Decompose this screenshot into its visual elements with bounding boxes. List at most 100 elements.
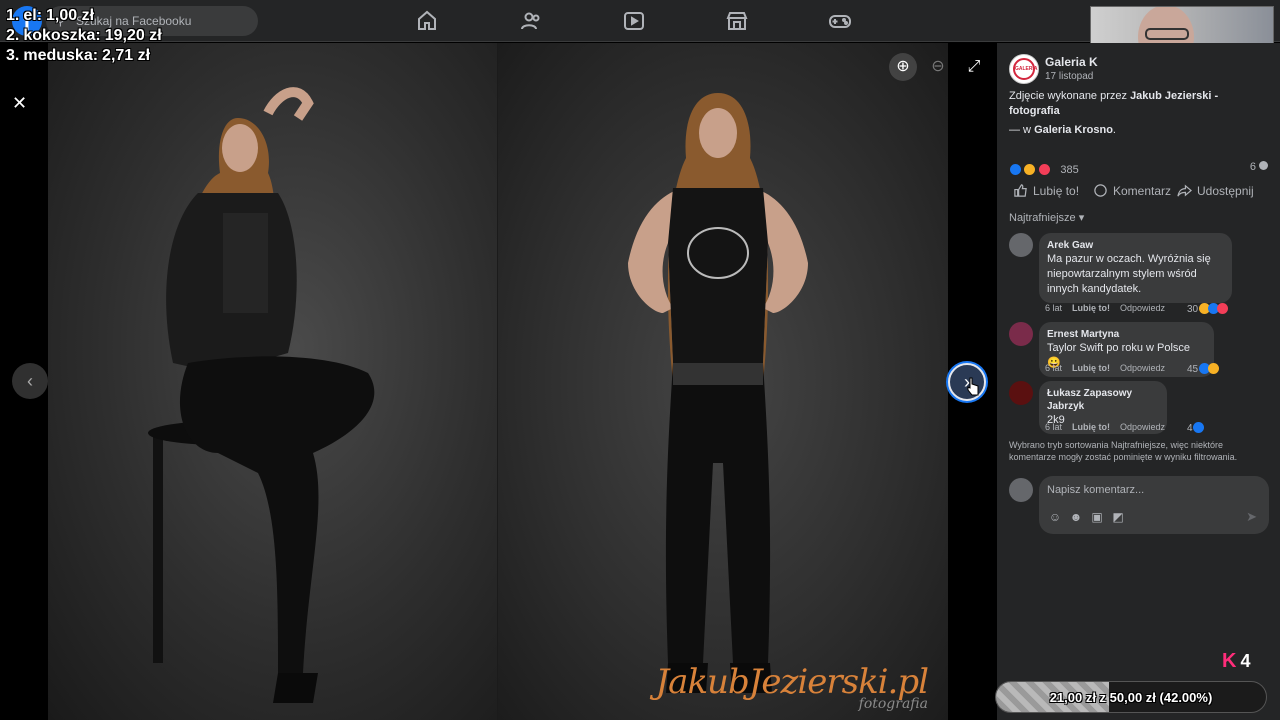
friends-icon[interactable] [519,9,543,33]
comment-age[interactable]: 6 lat [1045,303,1062,313]
comment-author[interactable]: Arek Gaw [1047,239,1224,252]
share-label: Udostępnij [1197,184,1254,198]
comment-meta: 6 lat Lubię to! Odpowiedz [1045,363,1175,373]
donation-row: 1. el: 1,00 zł [6,6,166,26]
like-button[interactable]: Lubię to! [1013,183,1079,198]
photographer-watermark: JakubJezierski.pl fotografia [656,662,929,712]
haha-reaction-icon [1023,163,1037,177]
photo-viewer: ✕ JakubJezierski.pl fotografia ⊕ ⊖ ⤢ ‹ › [0,43,997,720]
gaming-icon[interactable] [828,9,852,33]
comment-age[interactable]: 6 lat [1045,363,1062,373]
photo: JakubJezierski.pl fotografia [48,43,948,720]
location-suffix: . [1112,124,1116,136]
comment-like-link[interactable]: Lubię to! [1072,303,1110,313]
close-icon[interactable]: ✕ [12,93,27,114]
kick-logo-icon: K [1222,650,1237,672]
comment-bubble: Arek Gaw Ma pazur w oczach. Wyróżnia się… [1039,233,1232,303]
comment-reactions[interactable]: 45 [1187,363,1219,375]
send-icon[interactable]: ➤ [1246,509,1257,525]
comment-reply-link[interactable]: Odpowiedz [1120,363,1165,373]
comment-author[interactable]: Ernest Martyna [1047,328,1206,341]
commenter-avatar[interactable] [1009,233,1033,257]
donation-amount: 2,71 zł [102,47,151,64]
post-date[interactable]: 17 listopad [1045,71,1093,82]
donation-rank: 1. [6,7,20,24]
zoom-out-icon[interactable]: ⊖ [924,53,952,81]
comment-like-link[interactable]: Lubię to! [1072,363,1110,373]
donation-name: el: [23,7,43,24]
thumbs-up-icon [1014,184,1027,197]
donation-row: 3. meduska: 2,71 zł [6,46,166,66]
mouse-pointer-icon [967,377,979,396]
comment-meta: 6 lat Lubię to! Odpowiedz [1045,303,1175,313]
page-avatar[interactable]: GALERIA [1009,54,1039,84]
share-icon [1177,184,1192,197]
post-actions: Lubię to! Komentarz Udostępnij [1009,183,1268,203]
comment-reactions[interactable]: 30 [1187,303,1228,315]
location-line: — w Galeria Krosno. [1009,123,1264,138]
like-reaction-icon [1193,422,1205,433]
comment-like-link[interactable]: Lubię to! [1072,422,1110,432]
sticker-icon[interactable]: ◩ [1110,510,1126,524]
current-user-avatar[interactable] [1009,478,1033,502]
location-link[interactable]: Galeria Krosno [1034,124,1113,136]
comment-reply-link[interactable]: Odpowiedz [1120,303,1165,313]
emoji-icon[interactable]: ☻ [1068,510,1084,524]
donation-amount: 19,20 zł [104,27,162,44]
comment-text: Ma pazur w oczach. Wyróżnia się niepowta… [1047,253,1211,295]
donation-name: meduska: [23,47,99,64]
like-label: Lubię to! [1033,184,1080,198]
donation-goal-text: 21,00 zł z 50,00 zł (42.00%) [1049,690,1213,705]
kick-badge: K4 [1222,650,1250,673]
donation-amount: 1,00 zł [46,7,95,24]
comment-meta: 6 lat Lubię to! Odpowiedz [1045,422,1175,432]
post-reactions[interactable]: 385 [1009,161,1079,177]
comment-reactions-count: 45 [1187,364,1199,375]
love-reaction-icon [1037,163,1051,177]
post-caption: Zdjęcie wykonane przez Jakub Jezierski -… [1009,89,1264,138]
reactions-count: 385 [1060,163,1079,176]
donation-rank: 3. [6,47,20,64]
watermark-subtext: fotografia [858,696,928,712]
comment-sort-dropdown[interactable]: Najtrafniejsze ▾ [1009,211,1084,224]
comment-author[interactable]: Łukasz Zapasowy Jabrzyk [1047,387,1159,413]
home-icon[interactable] [415,9,439,33]
donation-ranking-overlay: 1. el: 1,00 zł 2. kokoszka: 19,20 zł 3. medus… [6,6,166,66]
comment-composer[interactable]: Napisz komentarz... ☺ ☻ ▣ ◩ ➤ [1039,476,1269,534]
marketplace-icon[interactable] [725,9,749,33]
seated-model-figure [148,87,375,703]
page-name[interactable]: Galeria K [1045,55,1098,69]
location-prefix: — w [1009,124,1035,136]
share-button[interactable]: Udostępnij [1177,183,1254,198]
filter-note: Wybrano tryb sortowania Najtrafniejsze, … [1009,440,1238,462]
photo-left-half [48,43,498,720]
watch-icon[interactable] [622,9,646,33]
comment-age[interactable]: 6 lat [1045,422,1062,432]
previous-photo-button[interactable]: ‹ [12,363,48,399]
fullscreen-icon[interactable]: ⤢ [960,53,988,81]
sort-label: Najtrafniejsze [1009,212,1076,224]
commenter-avatar[interactable] [1009,322,1033,346]
comment-label: Komentarz [1113,184,1172,198]
commenter-avatar[interactable] [1009,381,1033,405]
donation-row: 2. kokoszka: 19,20 zł [6,26,166,46]
comment-reply-link[interactable]: Odpowiedz [1120,422,1165,432]
comment-button[interactable]: Komentarz [1093,183,1171,198]
donation-name: kokoszka: [23,27,101,44]
comments-count[interactable]: 6 [1250,161,1268,173]
gif-icon[interactable]: ▣ [1089,510,1105,524]
composer-tools: ☺ ☻ ▣ ◩ [1047,510,1131,524]
donation-rank: 2. [6,27,20,44]
photo-right-half [498,43,948,720]
avatar-sticker-icon[interactable]: ☺ [1047,510,1063,524]
comment-reactions-count: 4 [1187,423,1193,434]
comment-reactions[interactable]: 4 [1187,422,1205,434]
comment-input[interactable]: Napisz komentarz... [1047,484,1144,496]
comments-count-value: 6 [1249,161,1256,173]
haha-reaction-icon [1207,363,1219,374]
kick-badge-count: 4 [1240,651,1251,671]
love-reaction-icon [1216,303,1228,314]
caption-text: Zdjęcie wykonane przez [1009,90,1131,102]
zoom-in-icon[interactable]: ⊕ [889,53,917,81]
comment-icon [1094,184,1107,197]
